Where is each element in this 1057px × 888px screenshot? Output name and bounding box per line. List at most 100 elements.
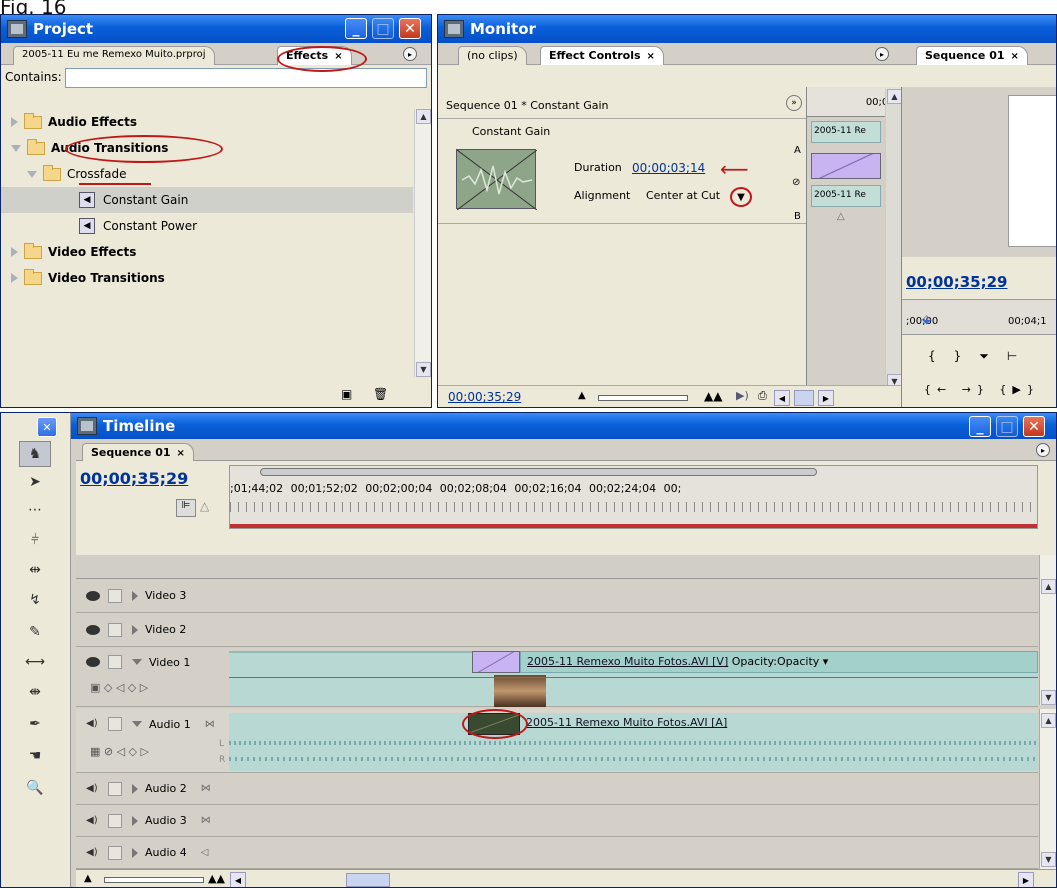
mark-in-out-icons[interactable]: {}⏷⊢: [928, 349, 1035, 364]
scroll-up-icon[interactable]: ▲: [887, 89, 902, 104]
zoom-tool-icon[interactable]: 🔍: [19, 775, 51, 801]
selection-tool-icon[interactable]: ➤: [19, 469, 51, 495]
speaker-icon[interactable]: ◀): [86, 783, 100, 795]
scroll-up-icon[interactable]: ▲: [1041, 579, 1056, 594]
expand-track-icon[interactable]: [132, 847, 138, 858]
rolling-edit-tool-icon[interactable]: ⇹: [19, 557, 51, 583]
play-audio-icon[interactable]: ▶): [736, 389, 749, 402]
snap-icon[interactable]: ⊫: [176, 499, 196, 517]
project-titlebar[interactable]: Project _ □ ✕: [1, 15, 431, 43]
track-audio-2[interactable]: ◀) Audio 2 ⋈: [76, 773, 1038, 805]
expand-track-icon[interactable]: [132, 624, 138, 635]
track-audio-3[interactable]: ◀) Audio 3 ⋈: [76, 805, 1038, 837]
set-marker-icon[interactable]: △: [200, 499, 209, 513]
playhead-icon[interactable]: ⬙: [922, 312, 931, 326]
speaker-icon[interactable]: ◀): [86, 847, 100, 859]
close-tools-button[interactable]: ✕: [37, 417, 57, 437]
zoom-in-icon[interactable]: ▲▲: [704, 389, 722, 403]
panel-menu-icon[interactable]: ▸: [403, 47, 417, 61]
tree-item-constant-power[interactable]: ◀ Constant Power: [1, 213, 413, 239]
collapse-arrow-icon[interactable]: [27, 170, 37, 178]
lock-toggle[interactable]: [108, 588, 122, 603]
scroll-right-icon[interactable]: ▶: [818, 390, 834, 406]
lock-toggle[interactable]: [108, 813, 122, 828]
expand-track-icon[interactable]: [132, 590, 138, 601]
hand-tool-icon[interactable]: ☚: [19, 743, 51, 769]
tab-effect-controls[interactable]: Effect Controls ×: [540, 46, 664, 65]
tree-item-constant-gain[interactable]: ◀ Constant Gain: [1, 187, 413, 213]
scroll-right-icon[interactable]: ▶: [1018, 872, 1034, 887]
goto-in-out-icons[interactable]: {← →} {▶}: [924, 383, 1040, 396]
show-timeline-icon[interactable]: »: [786, 95, 802, 111]
scroll-up-icon[interactable]: ▲: [1041, 713, 1056, 728]
sequence-ruler[interactable]: ;00;00 00;04;1 ⬙: [902, 299, 1056, 335]
close-button[interactable]: ✕: [1023, 416, 1045, 437]
sequence-timecode[interactable]: 00;00;35;29: [906, 273, 1008, 291]
scroll-up-icon[interactable]: ▲: [416, 109, 431, 124]
alignment-dropdown-icon[interactable]: ▼: [730, 187, 752, 207]
transition-block[interactable]: [811, 153, 881, 179]
tab-sequence-01-monitor[interactable]: Sequence 01 ×: [916, 46, 1028, 65]
tree-item-video-transitions[interactable]: Video Transitions: [1, 265, 413, 291]
tree-item-video-effects[interactable]: Video Effects: [1, 239, 413, 265]
alignment-value[interactable]: Center at Cut: [646, 189, 720, 202]
close-button[interactable]: ✕: [399, 18, 421, 39]
tree-item-audio-effects[interactable]: Audio Effects: [1, 109, 413, 135]
contains-search-input[interactable]: [65, 68, 427, 88]
mini-scrollbar[interactable]: ▲ ▼: [885, 89, 902, 389]
keyframe-nav-icons[interactable]: ▦ ⊘ ◁ ◇ ▷: [90, 745, 149, 758]
close-tab-icon[interactable]: ×: [647, 51, 655, 62]
export-icon[interactable]: ⎙: [758, 389, 767, 403]
speaker-icon[interactable]: ◀): [86, 815, 100, 827]
zoom-scrollbar[interactable]: [260, 468, 817, 476]
slip-tool-icon[interactable]: ⟷: [19, 649, 51, 675]
pen-tool-icon[interactable]: ✒: [19, 711, 51, 737]
link-icon[interactable]: ⊘: [792, 177, 800, 188]
rate-stretch-tool-icon[interactable]: ↯: [19, 587, 51, 613]
expand-track-icon[interactable]: [132, 783, 138, 794]
maximize-button[interactable]: □: [996, 416, 1018, 437]
collapse-track-icon[interactable]: [132, 659, 142, 665]
maximize-button[interactable]: □: [372, 18, 394, 39]
collapse-arrow-icon[interactable]: [11, 144, 21, 152]
lock-toggle[interactable]: [108, 781, 122, 796]
scroll-down-icon[interactable]: ▼: [416, 362, 431, 377]
playhead-marker-icon[interactable]: △: [837, 211, 845, 222]
lock-toggle[interactable]: [108, 717, 122, 731]
scroll-down-icon[interactable]: ▼: [1041, 690, 1056, 705]
scroll-down-icon[interactable]: ▼: [1041, 852, 1056, 867]
hscroll-thumb[interactable]: [346, 873, 390, 887]
timeline-ruler[interactable]: ;01;44;02 00;01;52;02 00;02;00;04 00;02;…: [229, 465, 1038, 529]
expand-arrow-icon[interactable]: [11, 117, 18, 127]
razor-tool-icon[interactable]: ✎: [19, 619, 51, 645]
trash-icon[interactable]: 🗑: [373, 387, 388, 401]
close-tab-icon[interactable]: ×: [1011, 51, 1019, 62]
scroll-left-icon[interactable]: ◀: [774, 390, 790, 406]
zoom-slider[interactable]: [598, 395, 688, 401]
tab-project-file[interactable]: 2005-11 Eu me Remexo Muito.prproj: [13, 46, 215, 65]
video-tracks-scrollbar[interactable]: ▲ ▼: [1039, 555, 1056, 705]
zoom-out-icon[interactable]: ▲: [578, 390, 586, 401]
duration-value[interactable]: 00;00;03;14: [632, 161, 705, 175]
work-area-bar[interactable]: [230, 524, 1037, 528]
eye-icon[interactable]: [86, 590, 100, 601]
collapse-track-icon[interactable]: [132, 721, 142, 727]
expand-arrow-icon[interactable]: [11, 273, 18, 283]
close-tab-icon[interactable]: ×: [177, 448, 185, 459]
keyframe-nav-icons[interactable]: ▣ ◇ ◁ ◇ ▷: [90, 681, 148, 694]
ripple-edit-tool-icon[interactable]: ⫩: [19, 527, 51, 553]
eye-icon[interactable]: [86, 624, 100, 635]
expand-arrow-icon[interactable]: [11, 247, 18, 257]
clip-a[interactable]: 2005-11 Re: [811, 121, 881, 143]
minimize-button[interactable]: _: [969, 416, 991, 437]
clip-b[interactable]: 2005-11 Re: [811, 185, 881, 207]
lock-toggle[interactable]: [108, 655, 122, 669]
track-video-3[interactable]: Video 3: [76, 579, 1038, 613]
video-clip[interactable]: 2005-11 Remexo Muito Fotos.AVI [V] Opaci…: [520, 651, 1038, 673]
scroll-left-icon[interactable]: ◀: [230, 872, 246, 887]
timeline-titlebar[interactable]: Timeline _ □ ✕: [71, 413, 1056, 439]
tab-sequence-01[interactable]: Sequence 01 ×: [82, 443, 194, 462]
minimize-button[interactable]: _: [345, 18, 367, 39]
track-audio-1[interactable]: ◀) Audio 1 ⋈ ▦ ⊘ ◁ ◇ ▷ L R 2005-11 Remexo …: [76, 709, 1038, 773]
panel-menu-icon[interactable]: ▸: [1036, 443, 1050, 457]
